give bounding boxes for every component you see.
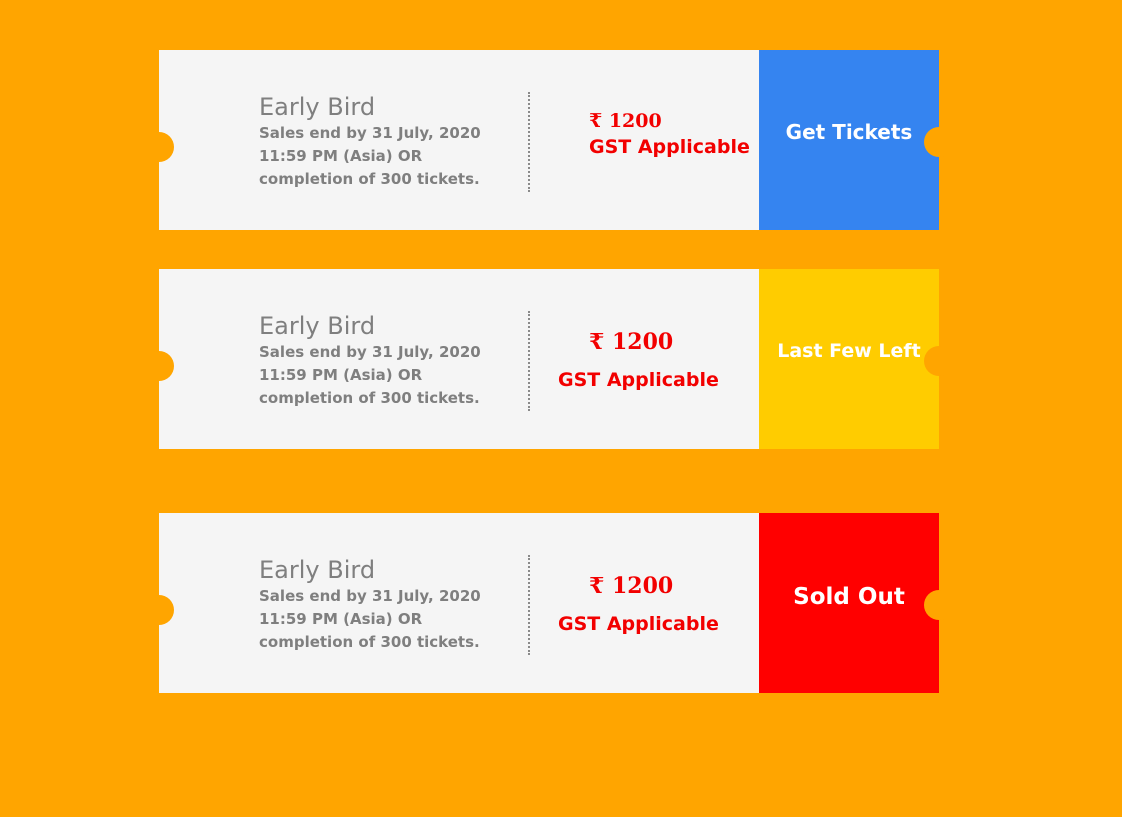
ticket-title: Early Bird [259,312,376,340]
ticket-divider [528,311,530,411]
ticket-sales-time: 11:59 PM (Asia) OR [259,147,423,165]
last-few-left-label: Last Few Left [777,340,921,362]
ticket-sales-limit: completion of 300 tickets. [259,170,480,188]
ticket-notch-left [144,351,174,381]
ticket-info: Early Bird Sales end by 31 July, 2020 11… [259,555,519,654]
ticket-gst: GST Applicable [589,136,750,158]
ticket-price: ₹ 1200 [589,573,674,599]
get-tickets-button[interactable]: Get Tickets [759,50,939,230]
ticket-gst: GST Applicable [558,613,719,635]
ticket-sales-time: 11:59 PM (Asia) OR [259,366,423,384]
ticket-sales-limit: completion of 300 tickets. [259,389,480,407]
ticket-notch-left [144,595,174,625]
ticket-sales-limit: completion of 300 tickets. [259,633,480,651]
ticket-card: Early Bird Sales end by 31 July, 2020 11… [144,513,954,693]
ticket-notch-right [924,590,954,620]
ticket-price: ₹ 1200 [589,110,662,132]
ticket-card: Early Bird Sales end by 31 July, 2020 11… [144,50,954,230]
sold-out-button[interactable]: Sold Out [759,513,939,693]
get-tickets-label: Get Tickets [785,120,913,144]
ticket-sales-end: Sales end by 31 July, 2020 [259,124,481,142]
ticket-sales-end: Sales end by 31 July, 2020 [259,343,481,361]
ticket-notch-right [924,346,954,376]
ticket-divider [528,555,530,655]
ticket-gst: GST Applicable [558,369,719,391]
last-few-left-button[interactable]: Last Few Left [759,269,939,449]
ticket-price: ₹ 1200 [589,329,674,355]
ticket-sales-time: 11:59 PM (Asia) OR [259,610,423,628]
ticket-title: Early Bird [259,93,376,121]
ticket-card: Early Bird Sales end by 31 July, 2020 11… [144,269,954,449]
ticket-notch-left [144,132,174,162]
ticket-info: Early Bird Sales end by 31 July, 2020 11… [259,92,519,191]
ticket-divider [528,92,530,192]
ticket-notch-right [924,127,954,157]
ticket-title: Early Bird [259,556,376,584]
sold-out-label: Sold Out [793,584,905,610]
ticket-sales-end: Sales end by 31 July, 2020 [259,587,481,605]
ticket-info: Early Bird Sales end by 31 July, 2020 11… [259,311,519,410]
